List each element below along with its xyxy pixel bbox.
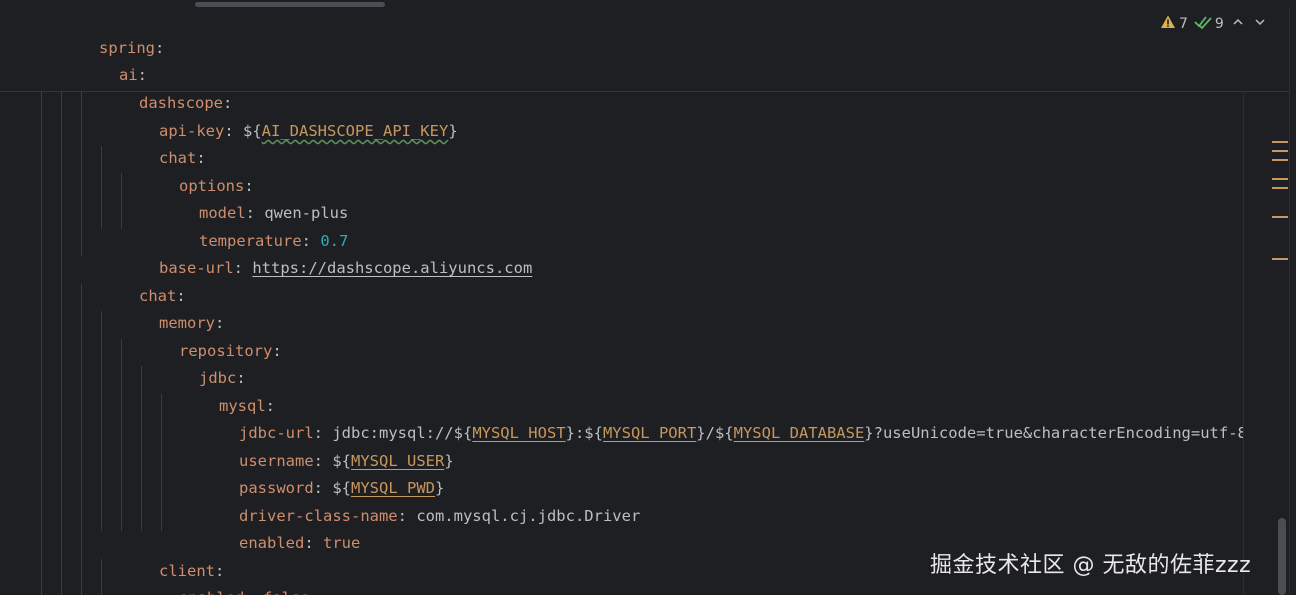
placeholder-open: ${ <box>243 122 262 140</box>
code-line[interactable]: jdbc-url: jdbc:mysql://${MYSQL_HOST}:${M… <box>183 393 1243 442</box>
code-line[interactable]: client: <box>103 531 224 580</box>
previous-highlight-button[interactable] <box>1230 16 1246 32</box>
warnings-indicator[interactable]: 7 <box>1160 14 1188 34</box>
double-check-icon <box>1194 14 1212 34</box>
sticky-line-dashscope[interactable]: dashscope: <box>83 63 232 112</box>
code-editor[interactable]: spring: ai: dashscope: 7 9 api-key: ${AI… <box>0 0 1296 595</box>
url-link[interactable]: https://dashscope.aliyuncs.com <box>252 259 532 277</box>
yaml-colon: : <box>397 507 417 525</box>
yaml-colon: : <box>224 122 243 140</box>
scrollbar-border <box>1289 8 1290 595</box>
code-line[interactable]: enabled: true <box>183 503 360 552</box>
watermark: 掘金技术社区 @ 无敌的佐菲zzz <box>930 553 1252 578</box>
indent-guide <box>121 339 122 531</box>
chevron-down-icon <box>1254 16 1266 32</box>
warnings-count: 7 <box>1179 16 1188 32</box>
yaml-key: enabled <box>179 589 244 595</box>
code-line[interactable]: options: <box>123 146 254 195</box>
code-line[interactable]: model: qwen-plus <box>143 173 348 222</box>
yaml-colon: : <box>304 534 323 552</box>
indent-guide <box>101 146 102 229</box>
sticky-lines-header: spring: ai: dashscope: <box>0 8 1290 112</box>
yaml-value-part: }/${ <box>696 424 734 442</box>
code-line[interactable]: api-key: ${AI_DASHSCOPE_API_KEY} <box>103 91 458 140</box>
warning-stripe-marker[interactable] <box>1272 159 1288 161</box>
env-variable-ref[interactable]: AI_DASHSCOPE_API_KEY <box>262 122 449 140</box>
warning-stripe-marker[interactable] <box>1272 258 1288 260</box>
code-line[interactable]: username: ${MYSQL_USER} <box>183 421 454 470</box>
yaml-colon: : <box>272 342 282 360</box>
ok-count: 9 <box>1214 16 1224 32</box>
env-variable-ref[interactable]: MYSQL_PORT <box>603 424 696 442</box>
indent-guide <box>101 559 102 595</box>
yaml-colon: : <box>155 39 165 57</box>
code-line[interactable]: repository: <box>123 311 282 360</box>
code-line[interactable]: chat: <box>103 118 206 167</box>
placeholder-close: } <box>444 452 454 470</box>
warning-stripe-marker[interactable] <box>1272 216 1288 218</box>
env-variable-ref[interactable]: MYSQL_HOST <box>472 424 565 442</box>
indent-guide <box>61 91 62 595</box>
code-area[interactable]: api-key: ${AI_DASHSCOPE_API_KEY} chat: o… <box>0 91 1243 595</box>
vertical-scrollbar-thumb[interactable] <box>1278 518 1286 595</box>
code-line[interactable]: base-url: https://dashscope.aliyuncs.com <box>103 228 532 277</box>
yaml-colon: : <box>233 259 253 277</box>
yaml-key: enabled <box>239 534 305 552</box>
sticky-line-spring[interactable]: spring: <box>43 8 164 57</box>
code-line[interactable]: jdbc: <box>143 338 246 387</box>
warning-stripe-marker[interactable] <box>1272 187 1288 189</box>
warning-stripe-marker[interactable] <box>1272 178 1288 180</box>
horizontal-scrollbar-thumb[interactable] <box>195 2 385 7</box>
inspection-widget[interactable]: 7 9 <box>1160 12 1268 36</box>
code-line[interactable]: temperature: 0.7 <box>143 201 348 250</box>
code-line[interactable]: mysql: <box>163 366 275 415</box>
yaml-value-part: }:${ <box>565 424 603 442</box>
code-line[interactable]: memory: <box>103 283 224 332</box>
sticky-line-ai[interactable]: ai: <box>63 35 147 84</box>
code-line[interactable]: enabled: false <box>123 558 310 595</box>
placeholder-close: } <box>448 122 458 140</box>
yaml-value-part: }?useUnicode=true&characterEncoding=utf-… <box>864 424 1243 442</box>
right-margin-guide <box>1243 91 1244 595</box>
yaml-boolean-value: false <box>263 589 310 595</box>
yaml-boolean-value: true <box>323 534 361 552</box>
yaml-value: com.mysql.cj.jdbc.Driver <box>416 507 641 525</box>
code-line[interactable]: chat: <box>83 256 186 305</box>
horizontal-scrollbar[interactable] <box>0 0 1296 8</box>
warning-stripe-marker[interactable] <box>1272 150 1288 152</box>
warning-stripe-marker[interactable] <box>1272 141 1288 143</box>
env-variable-ref[interactable]: MYSQL_DATABASE <box>734 424 865 442</box>
yaml-colon: : <box>244 589 263 595</box>
code-line[interactable]: password: ${MYSQL_PWD} <box>183 448 444 497</box>
next-highlight-button[interactable] <box>1252 16 1268 32</box>
code-line[interactable]: driver-class-name: com.mysql.cj.jdbc.Dri… <box>183 476 640 525</box>
ok-indicator[interactable]: 9 <box>1194 14 1224 34</box>
warning-icon <box>1160 14 1176 34</box>
indent-guide <box>81 284 82 595</box>
indent-guide <box>41 91 42 595</box>
indent-guide <box>101 311 102 531</box>
chevron-up-icon <box>1232 16 1244 32</box>
indent-guide <box>81 91 82 256</box>
